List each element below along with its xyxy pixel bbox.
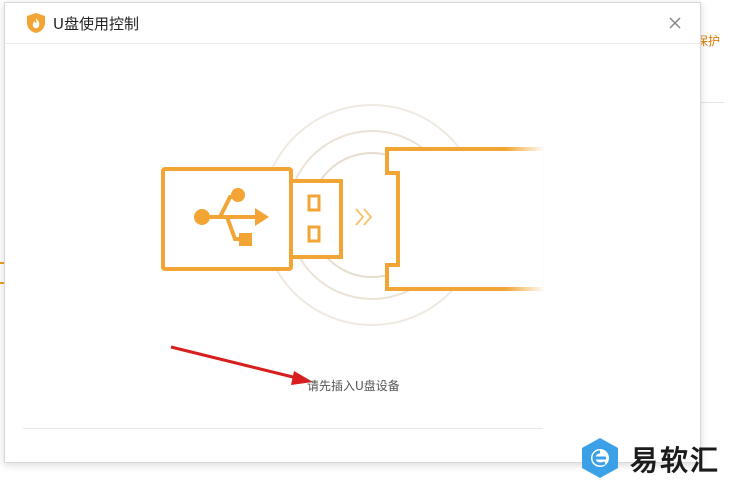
usb-insert-illustration <box>161 104 547 385</box>
dialog-footer-divider <box>23 428 543 429</box>
annotation-arrow <box>170 345 313 385</box>
watermark-text: 易软汇 <box>630 444 721 477</box>
computer-port-icon <box>385 147 547 291</box>
logo-mark-icon <box>582 438 618 478</box>
usb-control-dialog: U盘使用控制 请先插入U盘设备 <box>4 2 701 463</box>
usb-stick-icon <box>161 167 343 271</box>
background-divider <box>700 102 724 103</box>
insert-usb-hint: 请先插入U盘设备 <box>307 379 400 393</box>
watermark: 易软汇 <box>578 435 746 483</box>
